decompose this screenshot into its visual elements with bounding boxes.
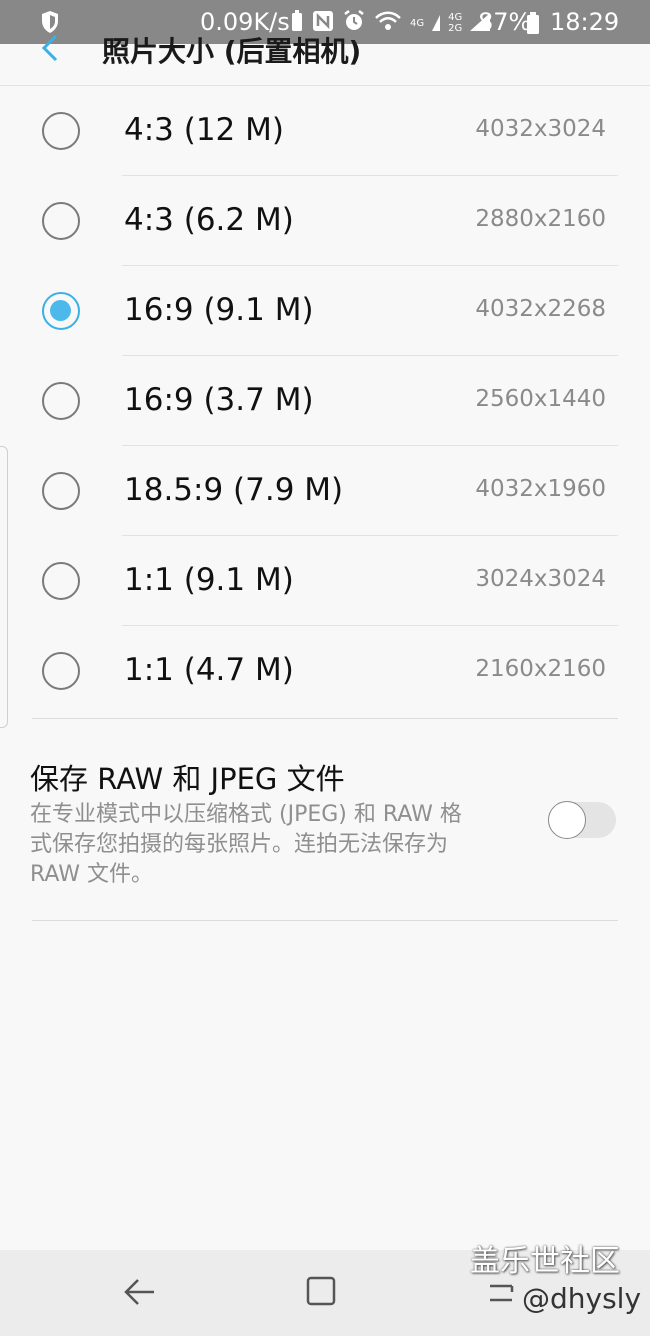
option-label: 4:3 (6.2 M) [124, 202, 294, 238]
photo-size-option-1-1-4m[interactable]: 1:1 (4.7 M) 2160x2160 [0, 626, 650, 716]
clock: 18:29 [550, 8, 620, 36]
option-label: 16:9 (3.7 M) [124, 382, 314, 418]
photo-size-option-4-3-6m[interactable]: 4:3 (6.2 M) 2880x2160 [0, 176, 650, 266]
battery-percentage: 87% [478, 8, 532, 36]
option-resolution: 2560x1440 [475, 386, 606, 412]
photo-size-option-18-5-9[interactable]: 18.5:9 (7.9 M) 4032x1960 [0, 446, 650, 536]
raw-description-line-1: 在专业模式中以压缩格式 (JPEG) 和 RAW 格 [30, 802, 462, 827]
watermark-site: 盖乐世社区 [470, 1244, 620, 1279]
option-resolution: 4032x2268 [475, 296, 606, 322]
photo-size-option-16-9-9m[interactable]: 16:9 (9.1 M) 4032x2268 [0, 266, 650, 356]
signal-1-label: 4G [410, 17, 425, 29]
raw-setting-title: 保存 RAW 和 JPEG 文件 [30, 762, 345, 796]
option-label: 1:1 (9.1 M) [124, 562, 294, 598]
option-label: 4:3 (12 M) [124, 112, 284, 148]
photo-size-option-4-3-12m[interactable]: 4:3 (12 M) 4032x3024 [0, 86, 650, 176]
option-label: 1:1 (4.7 M) [124, 652, 294, 688]
radio-button[interactable] [42, 652, 80, 690]
section-divider [32, 718, 618, 719]
signal-indicator-1: 4G [410, 18, 424, 29]
back-arrow-icon [124, 1279, 154, 1305]
radio-button[interactable] [42, 472, 80, 510]
photo-size-option-1-1-9m[interactable]: 1:1 (9.1 M) 3024x3024 [0, 536, 650, 626]
watermark-handle: @dhysly [522, 1282, 642, 1315]
signal-2-top-label: 4G [448, 12, 463, 23]
nav-back-button[interactable] [122, 1274, 158, 1314]
option-resolution: 3024x3024 [475, 566, 606, 592]
recent-apps-icon [306, 1276, 336, 1306]
option-label: 16:9 (9.1 M) [124, 292, 314, 328]
toggle-knob [548, 801, 586, 839]
raw-jpeg-toggle[interactable] [548, 801, 616, 839]
photo-size-option-16-9-3m[interactable]: 16:9 (3.7 M) 2560x1440 [0, 356, 650, 446]
signal-bars-icon-1 [432, 11, 441, 35]
option-resolution: 4032x1960 [475, 476, 606, 502]
option-resolution: 4032x3024 [475, 116, 606, 142]
battery-icon [526, 12, 540, 38]
signal-2-bottom-label: 2G [448, 23, 463, 34]
page-title: 照片大小 (后置相机) [102, 35, 362, 68]
radio-button[interactable] [42, 112, 80, 150]
radio-button-selected[interactable] [42, 292, 80, 330]
chevron-left-icon [41, 34, 58, 62]
back-button[interactable] [36, 30, 66, 70]
nav-recent-apps-button[interactable] [304, 1274, 338, 1312]
signal-indicator-2: 4G 2G [448, 12, 462, 34]
radio-button[interactable] [42, 562, 80, 600]
option-resolution: 2880x2160 [475, 206, 606, 232]
radio-button[interactable] [42, 202, 80, 240]
wifi-icon [374, 10, 402, 36]
option-label: 18.5:9 (7.9 M) [124, 472, 344, 508]
app-header: 照片大小 (后置相机) [0, 34, 650, 86]
section-divider [32, 920, 618, 921]
raw-description-line-3: RAW 文件。 [30, 862, 153, 887]
nav-home-button[interactable] [484, 1276, 518, 1314]
menu-icon [490, 1284, 514, 1302]
radio-button[interactable] [42, 382, 80, 420]
option-resolution: 2160x2160 [475, 656, 606, 682]
edge-panel-handle[interactable] [0, 446, 8, 728]
raw-setting-description: 在专业模式中以压缩格式 (JPEG) 和 RAW 格 式保存您拍摄的每张照片。连… [30, 800, 530, 890]
raw-description-line-2: 式保存您拍摄的每张照片。连拍无法保存为 [30, 832, 449, 857]
